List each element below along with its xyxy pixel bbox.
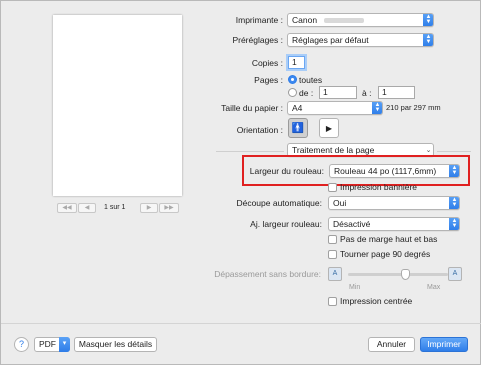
pages-from-input[interactable]: 1 — [319, 86, 357, 99]
roll-width-value: Rouleau 44 po (1117,6mm) — [334, 166, 437, 176]
printer-popup[interactable]: Canon ▲ ▼ — [287, 13, 434, 27]
rotate90-checkbox[interactable] — [328, 250, 337, 259]
portrait-person-icon: 🚹 — [291, 122, 305, 134]
pages-all-label: toutes — [299, 75, 323, 85]
prev-page-button[interactable]: ◀ — [78, 203, 96, 213]
overflow-slider[interactable] — [348, 273, 448, 276]
page-indicator: 1 sur 1 — [104, 204, 126, 211]
paper-size-value: A4 — [292, 103, 303, 113]
pages-label: Pages : — [254, 75, 283, 85]
popup-arrows-icon: ▲ ▼ — [449, 197, 459, 209]
auto-cut-popup[interactable]: Oui ▲ ▼ — [328, 196, 460, 210]
next-page-button[interactable]: ▶ — [140, 203, 158, 213]
page-preview — [53, 15, 182, 196]
auto-cut-value: Oui — [333, 198, 347, 208]
adjust-roll-value: Désactivé — [333, 219, 371, 229]
print-dialog: ◀◀ ◀ 1 sur 1 ▶ ▶▶ Imprimante : Canon ▲ ▼ … — [0, 0, 481, 365]
copies-input[interactable]: 1 — [288, 56, 305, 69]
no-margin-checkbox[interactable] — [328, 235, 337, 244]
overflow-max-label: Max — [427, 284, 441, 291]
landscape-person-icon: ▶ — [325, 123, 333, 133]
portrait-orientation-button[interactable]: 🚹 — [288, 118, 308, 138]
divider-right — [437, 151, 471, 152]
printer-label: Imprimante : — [235, 15, 283, 25]
banner-print-checkbox[interactable] — [328, 183, 337, 192]
cancel-button[interactable]: Annuler — [368, 337, 415, 352]
roll-width-label: Largeur du rouleau: — [249, 166, 324, 176]
auto-cut-label: Découpe automatique: — [236, 198, 322, 208]
pages-to-label: à : — [362, 88, 372, 98]
last-page-button[interactable]: ▶▶ — [159, 203, 179, 213]
overflow-max-icon: A — [448, 267, 462, 281]
popup-arrows-icon: ▲ ▼ — [423, 14, 433, 26]
pdf-menu-button[interactable]: PDF ▾ — [34, 337, 70, 352]
pages-range-radio[interactable] — [288, 88, 297, 97]
banner-print-label: Impression bannière — [340, 182, 418, 192]
help-button[interactable]: ? — [14, 337, 29, 352]
landscape-orientation-button[interactable]: ▶ — [319, 118, 339, 138]
footer-divider — [1, 323, 481, 324]
popup-arrows-icon: ▲ ▼ — [449, 218, 459, 230]
overflow-min-icon: A — [328, 267, 342, 281]
centered-print-label: Impression centrée — [340, 296, 413, 306]
divider-left — [216, 151, 284, 152]
pages-all-radio[interactable] — [288, 75, 297, 84]
printer-value: Canon — [292, 15, 318, 25]
rotate90-label: Tourner page 90 degrés — [340, 249, 431, 259]
section-value: Traitement de la page — [292, 145, 375, 155]
adjust-roll-popup[interactable]: Désactivé ▲ ▼ — [328, 217, 460, 231]
presets-popup[interactable]: Réglages par défaut ▲ ▼ — [287, 33, 434, 47]
popup-arrows-icon: ▲ ▼ — [372, 102, 382, 114]
hide-details-button[interactable]: Masquer les détails — [74, 337, 157, 352]
paper-dimensions: 210 par 297 mm — [386, 103, 441, 112]
no-margin-label: Pas de marge haut et bas — [340, 234, 438, 244]
copies-label: Copies : — [251, 58, 283, 68]
overflow-min-label: Min — [349, 284, 361, 291]
help-icon: ? — [18, 339, 24, 349]
roll-width-popup[interactable]: Rouleau 44 po (1117,6mm) ▲ ▼ — [329, 164, 460, 178]
printer-model-redacted — [324, 18, 364, 23]
popup-arrows-icon: ▲ ▼ — [449, 165, 459, 177]
centered-print-checkbox[interactable] — [328, 297, 337, 306]
overflow-slider-knob[interactable] — [401, 269, 410, 280]
paper-size-popup[interactable]: A4 ▲ ▼ — [287, 101, 383, 115]
pages-to-input[interactable]: 1 — [378, 86, 415, 99]
popup-arrows-icon: ▲ ▼ — [423, 34, 433, 46]
presets-label: Préréglages : — [232, 35, 283, 45]
adjust-roll-label: Aj. largeur rouleau: — [250, 219, 322, 229]
chevron-down-icon: ▾ — [59, 337, 70, 352]
pdf-label: PDF — [39, 339, 56, 349]
orientation-label: Orientation : — [236, 125, 283, 135]
overflow-label: Dépassement sans bordure: — [214, 269, 321, 279]
paper-size-label: Taille du papier : — [221, 103, 283, 113]
presets-value: Réglages par défaut — [292, 35, 369, 45]
print-button[interactable]: Imprimer — [420, 337, 468, 352]
first-page-button[interactable]: ◀◀ — [57, 203, 77, 213]
pages-from-label: de : — [299, 88, 314, 98]
